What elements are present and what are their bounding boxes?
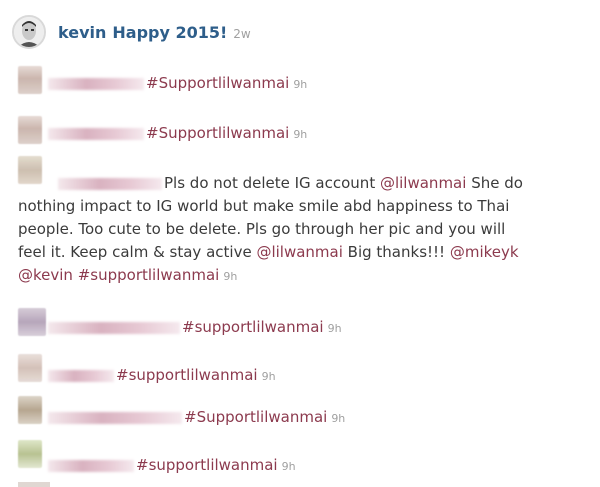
comment-item: #Supportlilwanmai 9h (18, 396, 590, 436)
commenter-avatar[interactable] (18, 354, 42, 382)
comment-hashtag[interactable]: #Supportlilwanmai (184, 408, 327, 426)
redacted-username (48, 411, 182, 424)
comment-item: #supportlilwanmai 9h (18, 352, 590, 392)
redacted-username (48, 321, 180, 334)
mention-link[interactable]: @lilwanmai (256, 243, 342, 261)
comment-item: #Supportlilwanmai 9h (18, 64, 590, 100)
commenter-avatar[interactable] (18, 440, 42, 468)
comment-line: feel it. Keep calm & stay active @lilwan… (18, 243, 519, 261)
redacted-username (48, 369, 114, 382)
comment-hashtag[interactable]: #Supportlilwanmai (146, 74, 289, 92)
comment-body: Pls do not delete IG account @lilwanmai … (18, 172, 578, 288)
comment-line: people. Too cute to be delete. Pls go th… (18, 220, 506, 238)
comment-hashtag[interactable]: #Supportlilwanmai (146, 124, 289, 142)
redacted-username (48, 77, 144, 90)
commenter-avatar[interactable] (18, 66, 42, 94)
comment-time: 9h (223, 270, 238, 283)
avatar-face-icon (14, 17, 44, 47)
comment-line: Pls do not delete IG account @lilwanmai … (18, 172, 578, 195)
comment-time: 9h (293, 78, 308, 91)
redacted-username (48, 127, 144, 140)
comment-item: #supportlilwanmai 9h (18, 440, 590, 480)
comment-line: @kevin #supportlilwanmai 9h (18, 264, 578, 288)
comment-hashtag[interactable]: #supportlilwanmai (182, 318, 324, 336)
mention-link[interactable]: @mikeyk (450, 243, 519, 261)
comment-time: 9h (281, 460, 296, 473)
commenter-avatar[interactable] (18, 308, 46, 336)
comment-item: #supportlilwanmai 9h (18, 306, 590, 346)
post-header: kevin Happy 2015! 2w (12, 14, 251, 50)
next-comment-avatar-edge (18, 482, 50, 487)
avatar[interactable] (12, 15, 46, 49)
comment-hashtag[interactable]: #supportlilwanmai (116, 366, 258, 384)
comment-hashtag[interactable]: #supportlilwanmai (78, 266, 220, 284)
comment-time: 9h (331, 412, 346, 425)
mention-link[interactable]: @lilwanmai (380, 174, 466, 192)
comment-time: 9h (327, 322, 342, 335)
comment-time: 9h (261, 370, 276, 383)
comment-hashtag[interactable]: #supportlilwanmai (136, 456, 278, 474)
comment-time: 9h (293, 128, 308, 141)
commenter-avatar[interactable] (18, 396, 42, 424)
redacted-username (58, 177, 162, 190)
comment-item: Pls do not delete IG account @lilwanmai … (18, 154, 590, 290)
post-time: 2w (233, 26, 251, 41)
comment-line: nothing impact to IG world but make smil… (18, 197, 510, 215)
post-username[interactable]: kevin (58, 23, 106, 42)
commenter-avatar[interactable] (18, 116, 42, 144)
mention-link[interactable]: @kevin (18, 266, 73, 284)
redacted-username (48, 459, 134, 472)
post-caption: Happy 2015! (112, 22, 228, 42)
comment-item: #Supportlilwanmai 9h (18, 114, 590, 150)
